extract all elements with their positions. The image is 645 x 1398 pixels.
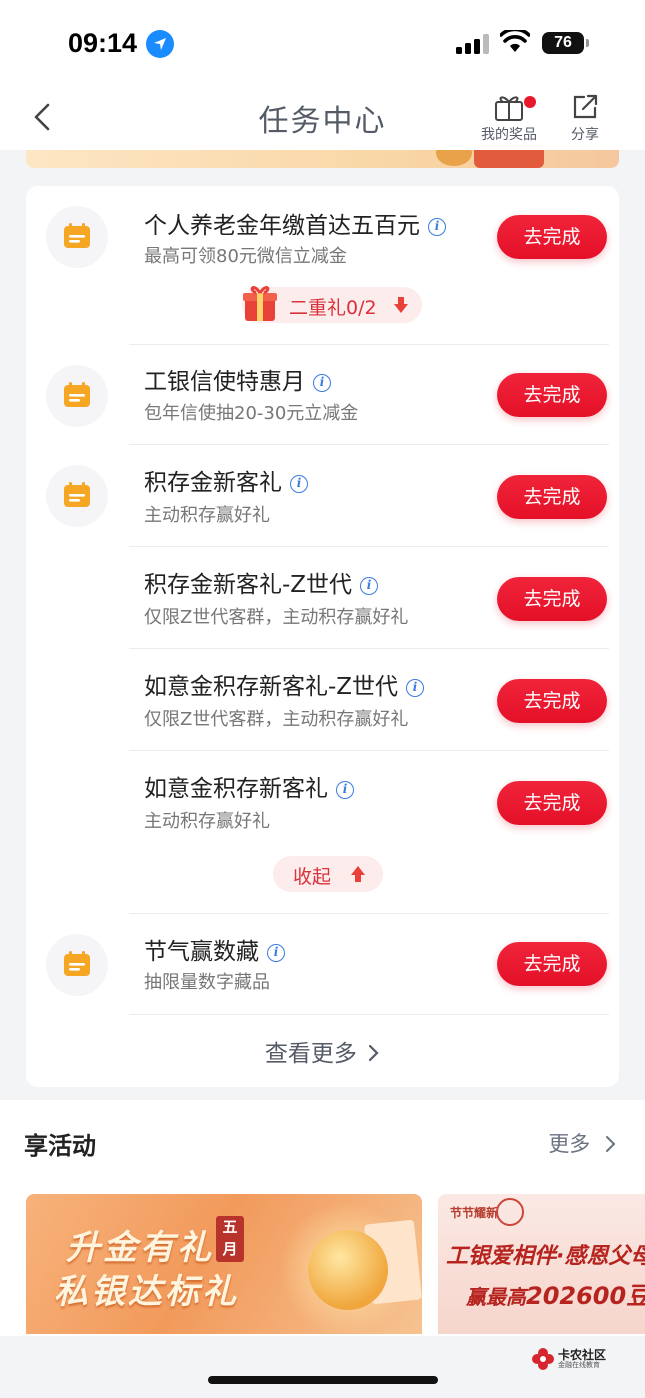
view-more-label: 查看更多 [264, 1041, 357, 1067]
task-title: 工银信使特惠月 i [144, 362, 331, 396]
info-icon[interactable]: i [267, 944, 285, 962]
activities-more-label: 更多 [548, 1132, 591, 1156]
month-badge: 五月 [216, 1216, 244, 1262]
complete-task-button[interactable]: 去完成 [497, 577, 607, 621]
arrow-up-icon [351, 866, 365, 882]
collapse-label: 收起 [293, 866, 332, 888]
chevron-right-icon [369, 1044, 379, 1062]
gift-box-icon [495, 96, 523, 121]
info-icon[interactable]: i [313, 374, 331, 392]
location-arrow-icon [146, 30, 174, 58]
banner-decoration [436, 150, 472, 166]
info-icon[interactable]: i [290, 475, 308, 493]
arrow-down-icon [394, 297, 408, 313]
calendar-icon [46, 465, 108, 527]
share-label: 分享 [571, 127, 599, 143]
task-subtitle: 包年信使抽20-30元立减金 [144, 403, 359, 424]
promo-carousel: 升金有礼 五月 私银达标礼 节节耀新 工银爱相伴·感恩父母 赢最高202600豆 [0, 1186, 645, 1336]
banner-decoration [474, 150, 544, 168]
promo-subheadline: 赢最高202600豆 [466, 1282, 645, 1310]
promo-headline: 升金有礼 [66, 1228, 214, 1268]
divider [129, 344, 609, 345]
status-bar: 09:14 76 [0, 0, 645, 88]
task-subtitle: 主动积存赢好礼 [144, 811, 270, 832]
chevron-right-icon [606, 1136, 616, 1152]
info-icon[interactable]: i [406, 679, 425, 697]
task-subtitle: 抽限量数字藏品 [144, 972, 270, 993]
task-title: 积存金新客礼-Z世代 i [144, 565, 379, 599]
promo-banner[interactable]: 节节耀新 工银爱相伴·感恩父母 赢最高202600豆 [438, 1194, 645, 1334]
divider [129, 913, 609, 914]
task-subtitle: 仅限Z世代客群，主动积存赢好礼 [144, 607, 409, 628]
task-title: 积存金新客礼 i [144, 463, 308, 497]
view-more-link[interactable]: 查看更多 [26, 1034, 619, 1068]
home-indicator[interactable] [208, 1376, 438, 1384]
info-icon[interactable]: i [360, 577, 379, 595]
gold-coin-cup-icon [308, 1230, 388, 1310]
activities-section-header: 享活动 更多 [0, 1100, 645, 1186]
share-button[interactable]: 分享 [562, 92, 608, 144]
task-title: 个人养老金年缴首达五百元 i [144, 206, 446, 240]
battery-icon: 76 [542, 32, 584, 54]
collapse-toggle[interactable]: 收起 [273, 856, 383, 892]
complete-task-button[interactable]: 去完成 [497, 215, 607, 259]
my-prizes-label: 我的奖品 [481, 127, 537, 143]
task-title: 如意金积存新客礼 i [144, 769, 354, 803]
double-gift-label: 二重礼0/2 [289, 297, 377, 319]
info-icon[interactable]: i [428, 218, 446, 236]
calendar-icon [46, 365, 108, 427]
status-time: 09:14 [68, 28, 138, 58]
notification-dot [524, 96, 536, 108]
activities-more-link[interactable]: 更多 [548, 1128, 617, 1158]
watermark-flower-icon [532, 1348, 554, 1370]
calendar-icon [46, 934, 108, 996]
divider [129, 444, 609, 445]
red-gift-icon [243, 286, 277, 321]
divider [129, 648, 609, 649]
complete-task-button[interactable]: 去完成 [497, 781, 607, 825]
page-title: 任务中心 [258, 104, 387, 139]
section-title: 享活动 [24, 1132, 96, 1160]
task-list-card: 个人养老金年缴首达五百元 i 最高可领80元微信立减金 去完成 二重礼0/2 工银… [26, 186, 619, 1087]
nav-bar: 任务中心 我的奖品 分享 [0, 88, 645, 150]
promo-tag: 节节耀新 [450, 1206, 499, 1220]
divider [129, 546, 609, 547]
promo-banner[interactable]: 升金有礼 五月 私银达标礼 [26, 1194, 422, 1334]
banner-bottom-edge[interactable] [26, 150, 619, 168]
complete-task-button[interactable]: 去完成 [497, 679, 607, 723]
seal-logo-icon [496, 1198, 524, 1226]
divider [129, 750, 609, 751]
promo-headline: 工银爱相伴·感恩父母 [446, 1244, 645, 1269]
watermark-logo: 卡农社区 金融在线教育 [532, 1346, 632, 1372]
my-prizes-button[interactable]: 我的奖品 [474, 92, 544, 144]
calendar-icon [46, 206, 108, 268]
complete-task-button[interactable]: 去完成 [497, 373, 607, 417]
complete-task-button[interactable]: 去完成 [497, 475, 607, 519]
task-subtitle: 主动积存赢好礼 [144, 505, 270, 526]
task-subtitle: 仅限Z世代客群，主动积存赢好礼 [144, 709, 409, 730]
task-title: 节气赢数藏 i [144, 932, 285, 966]
task-subtitle: 最高可领80元微信立减金 [144, 246, 347, 267]
battery-cap [586, 39, 589, 47]
divider [129, 1014, 609, 1015]
watermark-subtitle: 金融在线教育 [558, 1361, 600, 1369]
promo-subheadline: 私银达标礼 [54, 1272, 239, 1312]
task-title: 如意金积存新客礼-Z世代 i [144, 667, 425, 701]
cellular-signal-icon [456, 34, 489, 54]
wifi-icon [500, 30, 530, 52]
complete-task-button[interactable]: 去完成 [497, 942, 607, 986]
share-icon [573, 94, 598, 119]
info-icon[interactable]: i [336, 781, 354, 799]
double-gift-toggle[interactable]: 二重礼0/2 [242, 286, 422, 323]
